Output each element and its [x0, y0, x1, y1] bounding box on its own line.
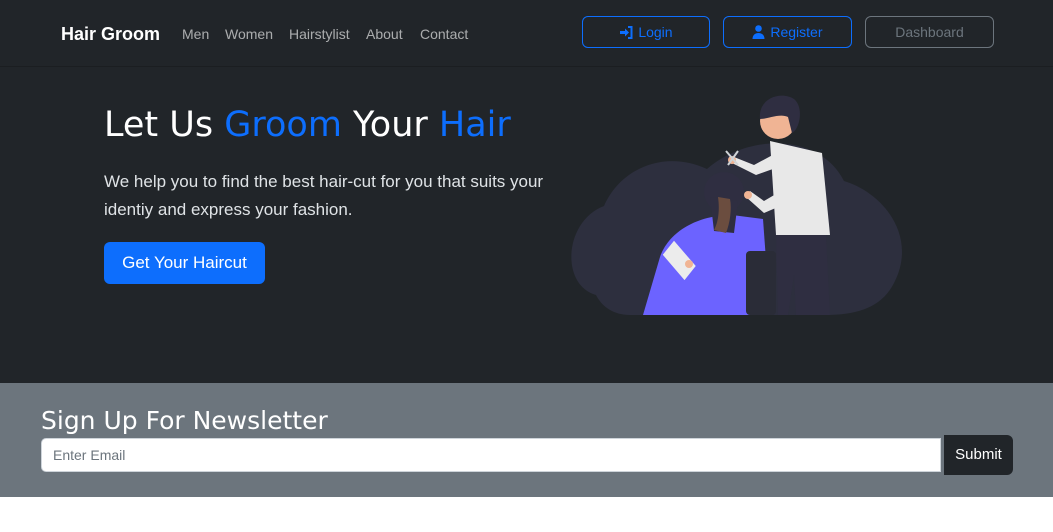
dashboard-label: Dashboard [895, 24, 964, 40]
login-label: Login [638, 24, 673, 40]
nav-link-about[interactable]: About [366, 25, 403, 43]
nav-link-women[interactable]: Women [225, 25, 273, 43]
hero-section: Let Us Groom Your Hair We help you to fi… [0, 67, 1053, 383]
dashboard-button[interactable]: Dashboard [865, 16, 994, 48]
nav-link-contact[interactable]: Contact [420, 25, 468, 43]
user-icon [752, 24, 770, 40]
email-input[interactable] [41, 438, 941, 472]
get-haircut-button[interactable]: Get Your Haircut [104, 242, 265, 284]
sign-in-icon [619, 24, 638, 40]
hero-subtitle: We help you to find the best hair-cut fo… [104, 172, 544, 219]
top-navbar: Hair Groom Men Women Hairstylist About C… [0, 0, 1053, 67]
hero-title-accent-hair: Hair [438, 105, 511, 145]
hero-title-accent-groom: Groom [224, 105, 342, 145]
register-label: Register [770, 24, 823, 40]
hero-title: Let Us Groom Your Hair [104, 103, 511, 147]
hero-title-part2: Your [341, 105, 439, 145]
hero-title-part1: Let Us [104, 105, 225, 145]
nav-link-hairstylist[interactable]: Hairstylist [289, 25, 350, 43]
login-button[interactable]: Login [582, 16, 710, 48]
newsletter-title: Sign Up For Newsletter [41, 406, 328, 435]
brand-logo[interactable]: Hair Groom [61, 22, 160, 46]
submit-button[interactable]: Submit [944, 435, 1013, 475]
barber-illustration [571, 95, 902, 315]
register-button[interactable]: Register [723, 16, 852, 48]
newsletter-section: Sign Up For Newsletter Submit [0, 383, 1053, 497]
nav-link-men[interactable]: Men [182, 25, 209, 43]
